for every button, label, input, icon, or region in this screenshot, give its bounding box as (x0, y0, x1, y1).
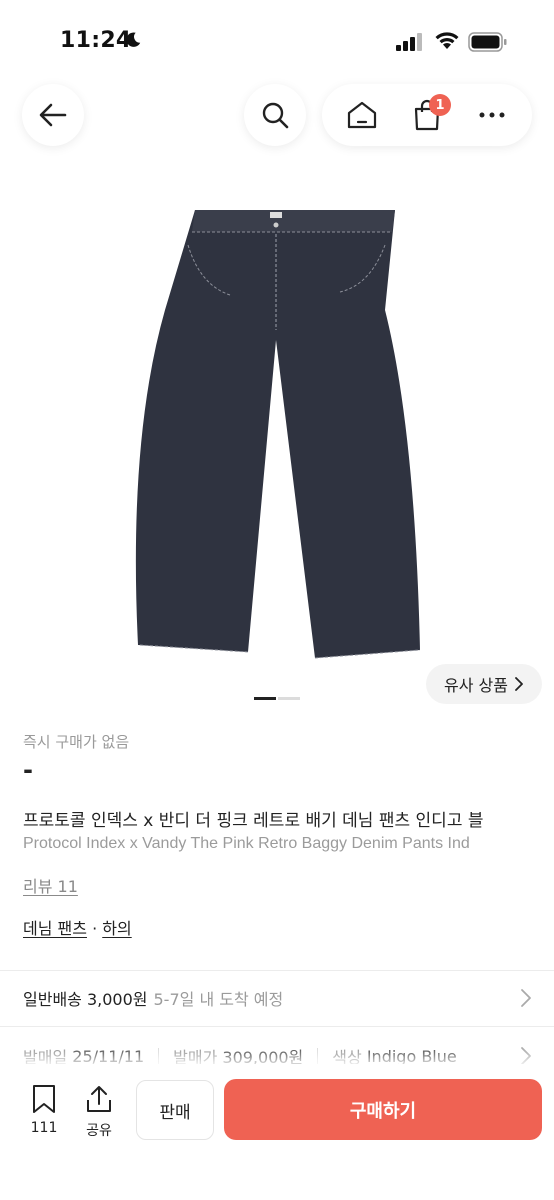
category-breadcrumb: 데님 팬츠 · 하의 (23, 915, 132, 939)
shipping-eta: 5-7일 내 도착 예정 (153, 990, 284, 1009)
buy-button[interactable]: 구매하기 (224, 1079, 542, 1140)
share-label: 공유 (86, 1123, 112, 1139)
similar-products-button[interactable]: 유사 상품 (426, 664, 542, 704)
home-button[interactable] (338, 91, 386, 139)
wifi-icon (435, 32, 459, 49)
meta-separator (158, 1048, 160, 1064)
moon-icon (126, 32, 141, 47)
image-pager (254, 697, 300, 701)
cart-badge: 1 (428, 94, 451, 116)
nav-action-group: 1 (322, 84, 532, 146)
shipping-row[interactable]: 일반배송 3,000원 5-7일 내 도착 예정 (0, 970, 554, 1026)
category-main-link[interactable]: 데님 팬츠 (23, 919, 87, 938)
category-separator: · (92, 919, 98, 938)
home-icon (348, 101, 377, 129)
divider (0, 1026, 554, 1027)
share-icon (87, 1086, 111, 1112)
product-title-korean: 프로토콜 인덱스 x 반디 더 핑크 레트로 배기 데님 팬츠 인디고 블 (23, 811, 484, 831)
cart-button[interactable]: 1 (403, 91, 451, 139)
product-image[interactable] (100, 190, 454, 680)
bottom-action-bar: 111 공유 판매 구매하기 (0, 1064, 554, 1200)
review-link[interactable]: 리뷰 11 (23, 873, 78, 897)
bookmark-icon (33, 1085, 55, 1113)
signal-icon (396, 33, 422, 51)
product-title-english: Protocol Index x Vandy The Pink Retro Ba… (23, 835, 470, 852)
color-value: Indigo Blue (366, 1046, 457, 1066)
back-arrow-icon (39, 103, 67, 127)
back-button[interactable] (22, 84, 84, 146)
shipping-main: 일반배송 3,000원 (23, 990, 148, 1009)
search-icon (262, 102, 289, 129)
meta-separator (317, 1048, 319, 1064)
release-date-value: 25/11/11 (72, 1046, 145, 1066)
status-time: 11:24 (60, 28, 132, 53)
bookmark-count: 111 (30, 1120, 58, 1136)
status-bar: 11:24 (0, 0, 554, 84)
bookmark-button[interactable]: 111 (26, 1084, 62, 1136)
search-button[interactable] (244, 84, 306, 146)
category-sub-link[interactable]: 하의 (102, 919, 131, 938)
share-button[interactable]: 공유 (78, 1084, 120, 1140)
pager-dot (278, 697, 300, 700)
similar-products-label: 유사 상품 (444, 676, 508, 695)
instant-price-value: - (23, 756, 33, 784)
more-button[interactable] (468, 91, 516, 139)
chevron-right-icon (521, 1047, 531, 1065)
pager-dot-active (254, 697, 276, 700)
chevron-right-icon (521, 989, 531, 1007)
instant-price-label: 즉시 구매가 없음 (23, 733, 130, 751)
more-icon (479, 112, 505, 118)
battery-icon (468, 32, 507, 52)
sell-button[interactable]: 판매 (136, 1080, 214, 1140)
chevron-right-icon (515, 677, 523, 691)
